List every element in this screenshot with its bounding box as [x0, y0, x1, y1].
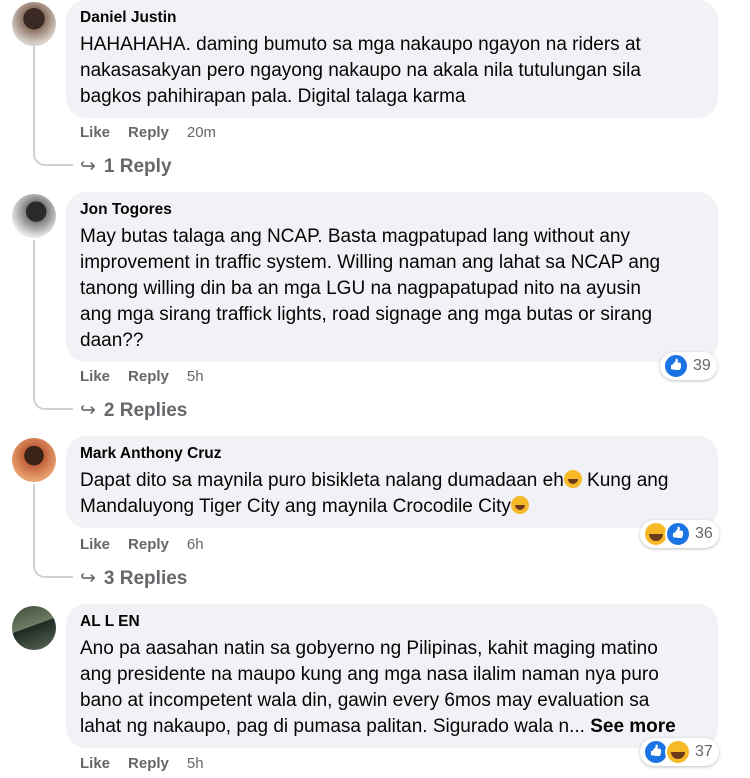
comment-author[interactable]: AL L EN — [80, 612, 704, 632]
haha-reaction-icon — [665, 739, 691, 765]
comment-text: Ano pa aasahan natin sa gobyerno ng Pili… — [80, 636, 704, 740]
grinning-emoji-icon — [563, 470, 582, 488]
reply-arrow-icon: ↪ — [80, 568, 96, 589]
comment-text: Dapat dito sa maynila puro bisikleta nal… — [80, 468, 704, 520]
thread-connector — [33, 140, 73, 166]
reactions-summary[interactable]: 39 — [660, 352, 717, 380]
comment-actions: Like Reply 20m — [80, 124, 234, 141]
avatar[interactable] — [12, 438, 56, 482]
replies-count: 3 Replies — [103, 568, 188, 589]
comment-timestamp[interactable]: 5h — [187, 755, 204, 772]
grinning-emoji-icon — [510, 496, 529, 514]
reaction-count: 37 — [695, 743, 713, 760]
like-reaction-icon — [663, 353, 689, 379]
like-button[interactable]: Like — [80, 536, 110, 553]
comment-author[interactable]: Mark Anthony Cruz — [80, 444, 704, 464]
comment-timestamp[interactable]: 20m — [187, 124, 216, 141]
comment-timestamp[interactable]: 6h — [187, 536, 204, 553]
comment-text-part: Dapat dito sa maynila puro bisikleta nal… — [80, 470, 564, 491]
avatar[interactable] — [12, 2, 56, 46]
avatar[interactable] — [12, 194, 56, 238]
reply-button[interactable]: Reply — [128, 368, 169, 385]
comment-actions: Like Reply 5h — [80, 755, 222, 772]
comment-text: HAHAHAHA. daming bumuto sa mga nakaupo n… — [80, 34, 641, 107]
comment-actions: Like Reply 5h — [80, 368, 222, 385]
comment-text-part: Ano pa aasahan natin sa gobyerno ng Pili… — [80, 638, 659, 737]
view-replies-button[interactable]: ↪ 2 Replies — [80, 399, 187, 422]
like-button[interactable]: Like — [80, 755, 110, 772]
see-more-link[interactable]: See more — [590, 716, 676, 737]
comment-text-part: Mandaluyong Tiger City ang maynila Croco… — [80, 496, 511, 517]
thread-connector — [33, 552, 73, 578]
avatar[interactable] — [12, 606, 56, 650]
comment-bubble: Daniel Justin HAHAHAHA. daming bumuto sa… — [66, 0, 718, 118]
reply-button[interactable]: Reply — [128, 536, 169, 553]
comment-text: May butas talaga ang NCAP. Basta magpatu… — [80, 226, 661, 351]
comment-author[interactable]: Daniel Justin — [80, 8, 704, 28]
like-button[interactable]: Like — [80, 124, 110, 141]
like-button[interactable]: Like — [80, 368, 110, 385]
reply-arrow-icon: ↪ — [80, 156, 96, 177]
thread-line — [33, 240, 35, 390]
comment-timestamp[interactable]: 5h — [187, 368, 204, 385]
replies-count: 2 Replies — [103, 400, 188, 421]
comment-bubble: AL L EN Ano pa aasahan natin sa gobyerno… — [66, 604, 718, 748]
comment-bubble: Mark Anthony Cruz Dapat dito sa maynila … — [66, 436, 718, 528]
comment-text-part: Kung ang — [581, 470, 669, 491]
thread-line — [33, 46, 35, 146]
reactions-summary[interactable]: 36 — [640, 520, 719, 548]
comment-author[interactable]: Jon Togores — [80, 200, 704, 220]
reactions-summary[interactable]: 37 — [640, 738, 719, 766]
view-replies-button[interactable]: ↪ 1 Reply — [80, 155, 172, 178]
comment-actions: Like Reply 6h — [80, 536, 222, 553]
replies-count: 1 Reply — [103, 156, 172, 177]
reply-arrow-icon: ↪ — [80, 400, 96, 421]
like-reaction-icon — [665, 521, 691, 547]
view-replies-button[interactable]: ↪ 3 Replies — [80, 567, 187, 590]
thread-connector — [33, 384, 73, 410]
comment-bubble: Jon Togores May butas talaga ang NCAP. B… — [66, 192, 718, 362]
reply-button[interactable]: Reply — [128, 124, 169, 141]
reaction-count: 36 — [695, 525, 713, 542]
reaction-count: 39 — [693, 357, 711, 374]
thread-line — [33, 484, 35, 558]
reply-button[interactable]: Reply — [128, 755, 169, 772]
